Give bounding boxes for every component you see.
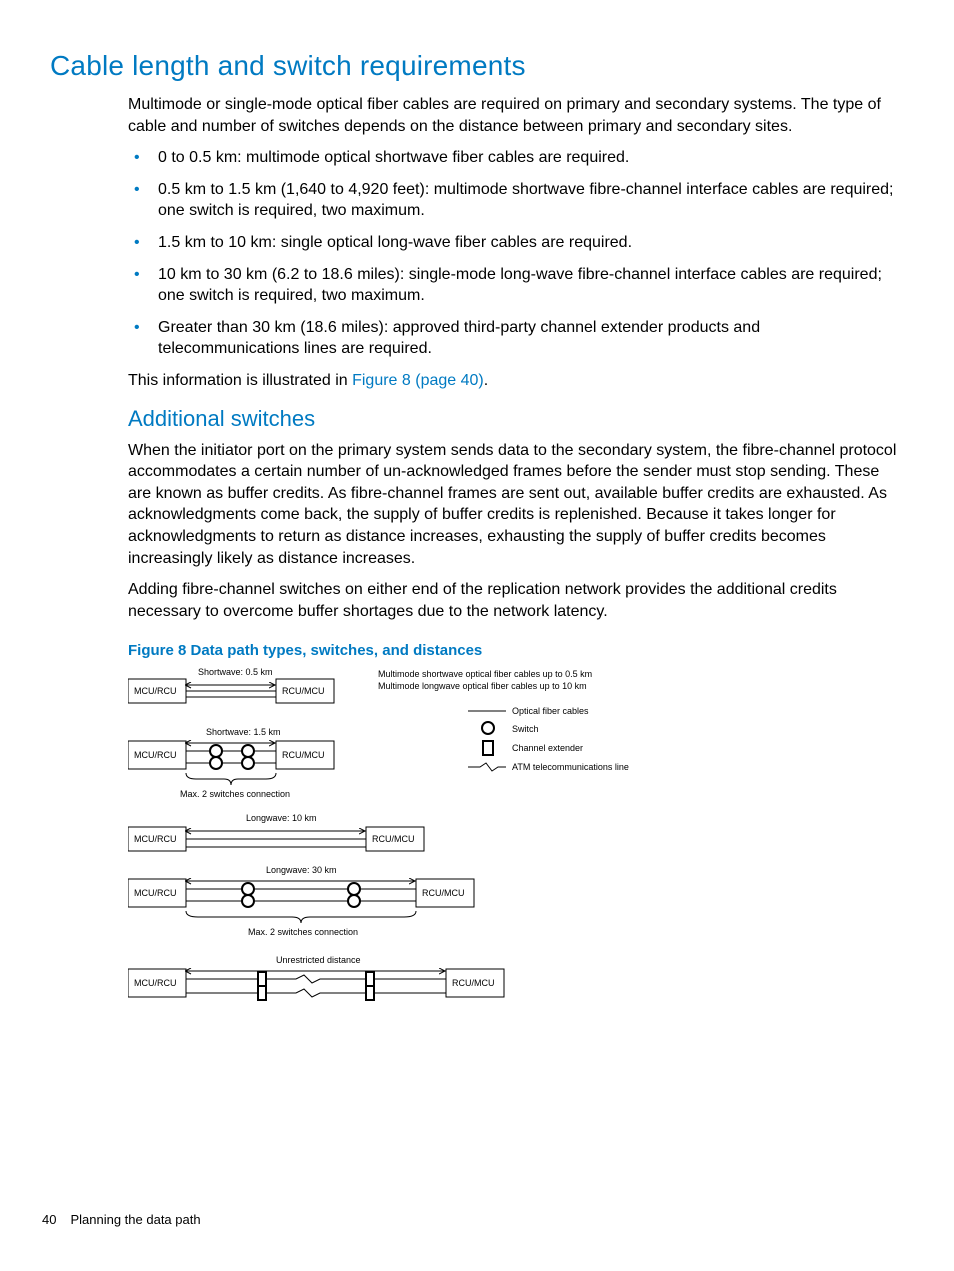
svg-text:Max. 2 switches connection: Max. 2 switches connection bbox=[248, 927, 358, 937]
svg-text:Shortwave: 1.5 km: Shortwave: 1.5 km bbox=[206, 727, 281, 737]
body-paragraph: When the initiator port on the primary s… bbox=[128, 440, 904, 570]
section-heading: Cable length and switch requirements bbox=[50, 50, 904, 82]
svg-text:Channel extender: Channel extender bbox=[512, 743, 583, 753]
svg-text:Shortwave: 0.5 km: Shortwave: 0.5 km bbox=[198, 667, 273, 677]
list-item: Greater than 30 km (18.6 miles): approve… bbox=[128, 317, 904, 360]
body-paragraph: Adding fibre-channel switches on either … bbox=[128, 579, 904, 622]
page-footer: 40 Planning the data path bbox=[42, 1212, 201, 1227]
figure-diagram: MCU/RCU RCU/MCU Shortwave: 0.5 km Multim… bbox=[128, 667, 648, 1047]
svg-text:RCU/MCU: RCU/MCU bbox=[452, 978, 495, 988]
figure-link[interactable]: Figure 8 (page 40) bbox=[352, 372, 484, 389]
svg-text:MCU/RCU: MCU/RCU bbox=[134, 978, 177, 988]
svg-text:RCU/MCU: RCU/MCU bbox=[372, 834, 415, 844]
svg-text:Unrestricted distance: Unrestricted distance bbox=[276, 955, 361, 965]
list-item: 10 km to 30 km (6.2 to 18.6 miles): sing… bbox=[128, 264, 904, 307]
svg-text:MCU/RCU: MCU/RCU bbox=[134, 888, 177, 898]
footer-text: Planning the data path bbox=[70, 1212, 200, 1227]
svg-text:Optical fiber cables: Optical fiber cables bbox=[512, 706, 589, 716]
svg-text:MCU/RCU: MCU/RCU bbox=[134, 686, 177, 696]
subsection-heading: Additional switches bbox=[50, 406, 904, 432]
intro-paragraph: Multimode or single-mode optical fiber c… bbox=[128, 94, 904, 137]
list-item: 0.5 km to 1.5 km (1,640 to 4,920 feet): … bbox=[128, 179, 904, 222]
figure-caption: Figure 8 Data path types, switches, and … bbox=[128, 642, 904, 659]
svg-text:ATM telecommunications line: ATM telecommunications line bbox=[512, 762, 629, 772]
svg-text:Multimode shortwave optical fi: Multimode shortwave optical fiber cables… bbox=[378, 669, 592, 679]
svg-text:RCU/MCU: RCU/MCU bbox=[422, 888, 465, 898]
svg-text:RCU/MCU: RCU/MCU bbox=[282, 686, 325, 696]
svg-text:Longwave: 30 km: Longwave: 30 km bbox=[266, 865, 337, 875]
list-item: 1.5 km to 10 km: single optical long-wav… bbox=[128, 232, 904, 254]
svg-text:MCU/RCU: MCU/RCU bbox=[134, 750, 177, 760]
illustration-ref: This information is illustrated in Figur… bbox=[128, 370, 904, 392]
page-number: 40 bbox=[42, 1212, 56, 1227]
svg-text:RCU/MCU: RCU/MCU bbox=[282, 750, 325, 760]
list-item: 0 to 0.5 km: multimode optical shortwave… bbox=[128, 147, 904, 169]
svg-text:Longwave: 10 km: Longwave: 10 km bbox=[246, 813, 317, 823]
svg-text:MCU/RCU: MCU/RCU bbox=[134, 834, 177, 844]
requirements-list: 0 to 0.5 km: multimode optical shortwave… bbox=[128, 147, 904, 360]
svg-text:Max. 2 switches connection: Max. 2 switches connection bbox=[180, 789, 290, 799]
svg-text:Switch: Switch bbox=[512, 724, 539, 734]
svg-text:Multimode longwave optical fib: Multimode longwave optical fiber cables … bbox=[378, 681, 587, 691]
